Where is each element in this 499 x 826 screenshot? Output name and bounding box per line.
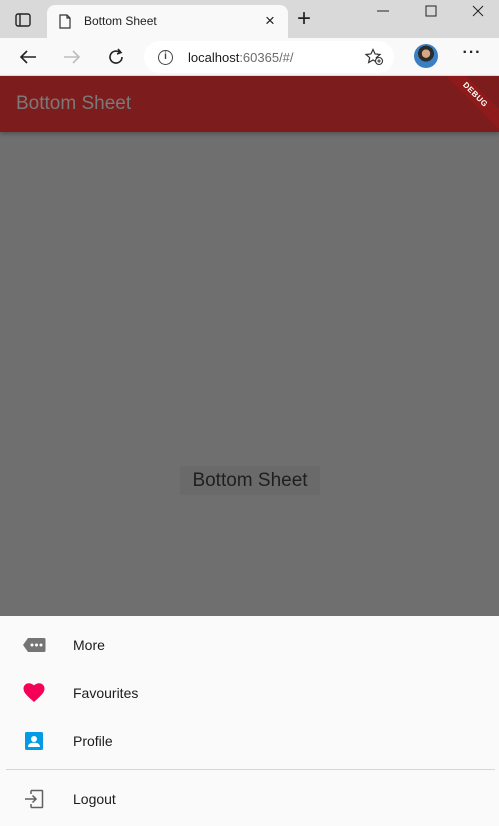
- sheet-item-profile[interactable]: Profile: [0, 717, 499, 765]
- minimize-icon[interactable]: [375, 3, 391, 19]
- refresh-icon[interactable]: [105, 46, 127, 68]
- page-title: Bottom Sheet: [16, 93, 132, 114]
- sheet-item-favourites[interactable]: Favourites: [0, 669, 499, 717]
- forward-icon[interactable]: [61, 46, 83, 68]
- tab-actions-icon[interactable]: [10, 9, 36, 31]
- sheet-item-label: More: [73, 637, 105, 653]
- label-more-icon: [22, 633, 46, 657]
- sheet-item-label: Logout: [73, 791, 116, 807]
- url-path: :60365/#/: [239, 50, 294, 65]
- bottom-sheet: More Favourites Profile Logout: [0, 616, 499, 826]
- browser-tab-strip: Bottom Sheet × +: [0, 0, 499, 38]
- tab-close-icon[interactable]: ×: [263, 12, 277, 29]
- debug-banner: DEBUG: [434, 76, 499, 132]
- divider: [6, 769, 495, 770]
- back-icon[interactable]: [17, 46, 39, 68]
- page-icon: [59, 14, 73, 30]
- profile-avatar[interactable]: [414, 44, 438, 68]
- address-bar[interactable]: i localhost:60365/#/: [144, 41, 394, 73]
- add-favorite-icon[interactable]: [364, 48, 384, 66]
- sheet-item-logout[interactable]: Logout: [0, 775, 499, 823]
- tab-title: Bottom Sheet: [84, 14, 157, 28]
- url-host: localhost: [188, 50, 240, 65]
- heart-icon: [22, 681, 46, 705]
- logout-icon: [22, 787, 46, 811]
- maximize-icon[interactable]: [423, 3, 439, 19]
- account-box-icon: [22, 729, 46, 753]
- url-text[interactable]: localhost:60365/#/: [188, 50, 294, 65]
- browser-menu-icon[interactable]: ···: [462, 45, 482, 64]
- browser-tab[interactable]: Bottom Sheet ×: [47, 5, 288, 38]
- app-bar: Bottom Sheet DEBUG: [0, 76, 499, 132]
- close-window-icon[interactable]: [470, 3, 486, 19]
- sheet-item-label: Favourites: [73, 685, 139, 701]
- sheet-item-label: Profile: [73, 733, 113, 749]
- show-bottom-sheet-button[interactable]: Bottom Sheet: [180, 466, 320, 495]
- new-tab-icon[interactable]: +: [294, 7, 314, 31]
- sheet-item-more[interactable]: More: [0, 621, 499, 669]
- site-info-icon[interactable]: i: [158, 50, 173, 65]
